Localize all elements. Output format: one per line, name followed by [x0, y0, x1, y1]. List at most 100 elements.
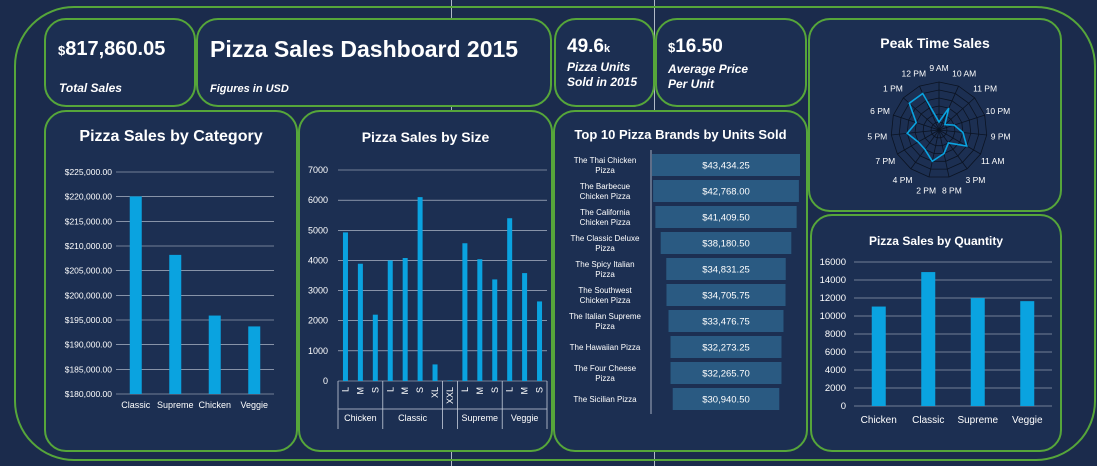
bar — [477, 259, 483, 381]
x-tick-label: L — [385, 387, 395, 392]
category-label: The Sicilian Pizza — [573, 395, 637, 404]
bar-value-label: $32,265.70 — [702, 369, 750, 380]
category-label: Pizza — [595, 244, 615, 253]
bar — [447, 380, 453, 381]
radar-axis-label: 10 AM — [952, 68, 976, 78]
x-tick-label: L — [505, 387, 515, 392]
y-tick-label: $190,000.00 — [65, 340, 113, 350]
y-tick-label: 7000 — [308, 165, 328, 175]
bar-value-label: $30,940.50 — [702, 395, 750, 406]
y-tick-label: $180,000.00 — [65, 389, 113, 399]
category-label: The Barbecue — [580, 182, 631, 191]
size-chart: 01000200030004000500060007000L M SChickenL… — [308, 165, 548, 429]
bar-value-label: $33,476.75 — [702, 317, 750, 328]
category-label: Chicken Pizza — [580, 218, 631, 227]
y-tick-label: $200,000.00 — [65, 290, 113, 300]
bar-value-label: $32,273.25 — [702, 343, 750, 354]
radar-axis-label: 7 PM — [875, 156, 895, 166]
total-sales-label: Total Sales — [59, 81, 122, 95]
bar-value-label: $38,180.50 — [702, 239, 750, 250]
y-tick-label: 12000 — [820, 293, 846, 304]
y-tick-label: 16000 — [820, 257, 846, 268]
group-label: Supreme — [462, 413, 499, 423]
total-sales-card: $817,860.05 Total Sales — [44, 18, 196, 107]
y-tick-label: 10000 — [820, 311, 846, 322]
y-tick-label: 2000 — [825, 383, 846, 394]
bar — [357, 263, 363, 381]
bar — [432, 364, 438, 381]
peak-time-chart: 9 AM 10 AM 11 PM 10 PM 9 PM 11 AM 3 PM 8 PM 2 PM… — [867, 63, 1011, 196]
category-label: The Spicy Italian — [575, 260, 634, 269]
category-label: Pizza — [595, 322, 615, 331]
x-tick-label: S — [415, 387, 425, 393]
units-label-line2: Sold in 2015 — [567, 75, 638, 89]
x-tick-label: Veggie — [240, 400, 268, 410]
category-chart: $180,000.00 $185,000.00 $190,000.00 $195,00… — [65, 167, 274, 410]
radar-axis-label: 6 PM — [870, 106, 890, 116]
x-tick-label: Veggie — [1012, 415, 1043, 426]
radar-axis-label: 4 PM — [893, 175, 913, 185]
y-tick-label: $210,000.00 — [65, 241, 113, 251]
category-label: The Southwest — [578, 286, 632, 295]
y-tick-label: 6000 — [308, 195, 328, 205]
y-tick-label: 4000 — [825, 365, 846, 376]
x-tick-label: M — [355, 387, 365, 395]
x-tick-label: XL — [430, 387, 440, 398]
bar-value-label: $34,831.25 — [702, 265, 750, 276]
x-tick-label: Classic — [121, 400, 151, 410]
radar-axis-label: 2 PM — [916, 186, 936, 196]
units-suffix: k — [603, 43, 611, 55]
y-tick-label: 0 — [841, 401, 846, 412]
x-tick-label: XXL — [445, 387, 455, 404]
category-label: Pizza — [595, 374, 615, 383]
avg-price-label-line1: Average Price — [668, 62, 749, 76]
y-tick-label: $220,000.00 — [65, 192, 113, 202]
category-chart-panel: Pizza Sales by Category $180,000.00 $185,… — [44, 110, 298, 452]
y-tick-label: $205,000.00 — [65, 266, 113, 276]
category-label: The Italian Supreme — [569, 312, 642, 321]
top10-chart: $43,434.25 The Thai Chicken Pizza $42,768.0… — [569, 150, 800, 414]
category-label: The Thai Chicken — [574, 156, 637, 165]
bar — [387, 260, 393, 381]
top10-chart-panel: Top 10 Pizza Brands by Units Sold $43,43… — [553, 110, 808, 452]
bar — [402, 258, 408, 381]
y-tick-label: 0 — [323, 376, 328, 386]
bar — [970, 298, 985, 406]
y-tick-label: $215,000.00 — [65, 216, 113, 226]
group-label: Chicken — [344, 413, 377, 423]
radar-axis-label: 9 PM — [991, 131, 1011, 141]
x-tick-label: M — [400, 387, 410, 395]
bar-value-label: $41,409.50 — [702, 213, 750, 224]
x-tick-label: L — [340, 387, 350, 392]
category-label: Chicken Pizza — [580, 192, 631, 201]
bar-value-label: $43,434.25 — [702, 161, 750, 172]
units-sold-card: 49.6k Pizza Units Sold in 2015 — [554, 18, 655, 107]
x-tick-label: S — [535, 387, 545, 393]
units-label-line1: Pizza Units — [567, 60, 631, 74]
radar-axis-label: 9 AM — [929, 63, 948, 73]
avg-price-card: $16.50 Average Price Per Unit — [655, 18, 807, 107]
bar — [248, 326, 261, 394]
group-label: Veggie — [511, 413, 539, 423]
radar-axis-label: 11 AM — [981, 156, 1004, 166]
radar-axis-label: 5 PM — [867, 131, 887, 141]
bar-value-label: $42,768.00 — [702, 187, 750, 198]
radar-axis-label: 11 PM — [973, 84, 997, 94]
x-tick-label: Supreme — [157, 400, 194, 410]
group-label: Classic — [398, 413, 428, 423]
avg-price-value: 16.50 — [675, 36, 723, 57]
title-card: Pizza Sales Dashboard 2015 Figures in US… — [196, 18, 552, 107]
page-title: Pizza Sales Dashboard 2015 — [210, 36, 519, 62]
bar — [492, 279, 498, 381]
x-tick-label: Chicken — [861, 415, 897, 426]
bar — [372, 314, 378, 381]
category-label: The California — [580, 208, 630, 217]
x-tick-label: M — [520, 387, 530, 395]
x-tick-label: L — [460, 387, 470, 392]
x-tick-label: M — [475, 387, 485, 395]
x-tick-label: Classic — [912, 415, 944, 426]
avg-price-label-line2: Per Unit — [668, 77, 715, 91]
y-tick-label: $185,000.00 — [65, 364, 113, 374]
category-label: Chicken Pizza — [580, 296, 631, 305]
y-tick-label: 6000 — [825, 347, 846, 358]
